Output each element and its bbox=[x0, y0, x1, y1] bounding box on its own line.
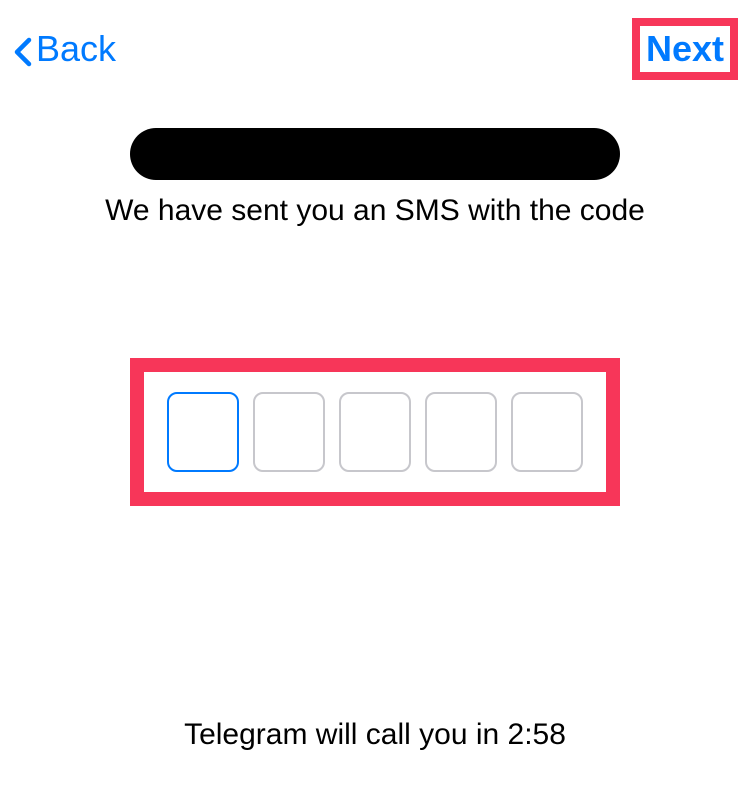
header-bar: Back Next bbox=[0, 0, 750, 98]
code-digit-3[interactable] bbox=[339, 392, 411, 472]
call-countdown-message: Telegram will call you in 2:58 bbox=[0, 718, 750, 752]
next-button[interactable]: Next bbox=[646, 28, 724, 70]
next-button-highlight: Next bbox=[632, 18, 738, 80]
code-digit-1[interactable] bbox=[167, 392, 239, 472]
code-input-highlight bbox=[130, 358, 620, 506]
code-digit-4[interactable] bbox=[425, 392, 497, 472]
next-button-label: Next bbox=[646, 28, 724, 69]
back-button-label: Back bbox=[36, 28, 116, 70]
code-digit-5[interactable] bbox=[511, 392, 583, 472]
code-digit-2[interactable] bbox=[253, 392, 325, 472]
phone-number-redacted bbox=[130, 128, 620, 180]
chevron-left-icon bbox=[14, 34, 32, 64]
back-button[interactable]: Back bbox=[14, 28, 116, 70]
sms-info-message: We have sent you an SMS with the code bbox=[0, 194, 750, 228]
